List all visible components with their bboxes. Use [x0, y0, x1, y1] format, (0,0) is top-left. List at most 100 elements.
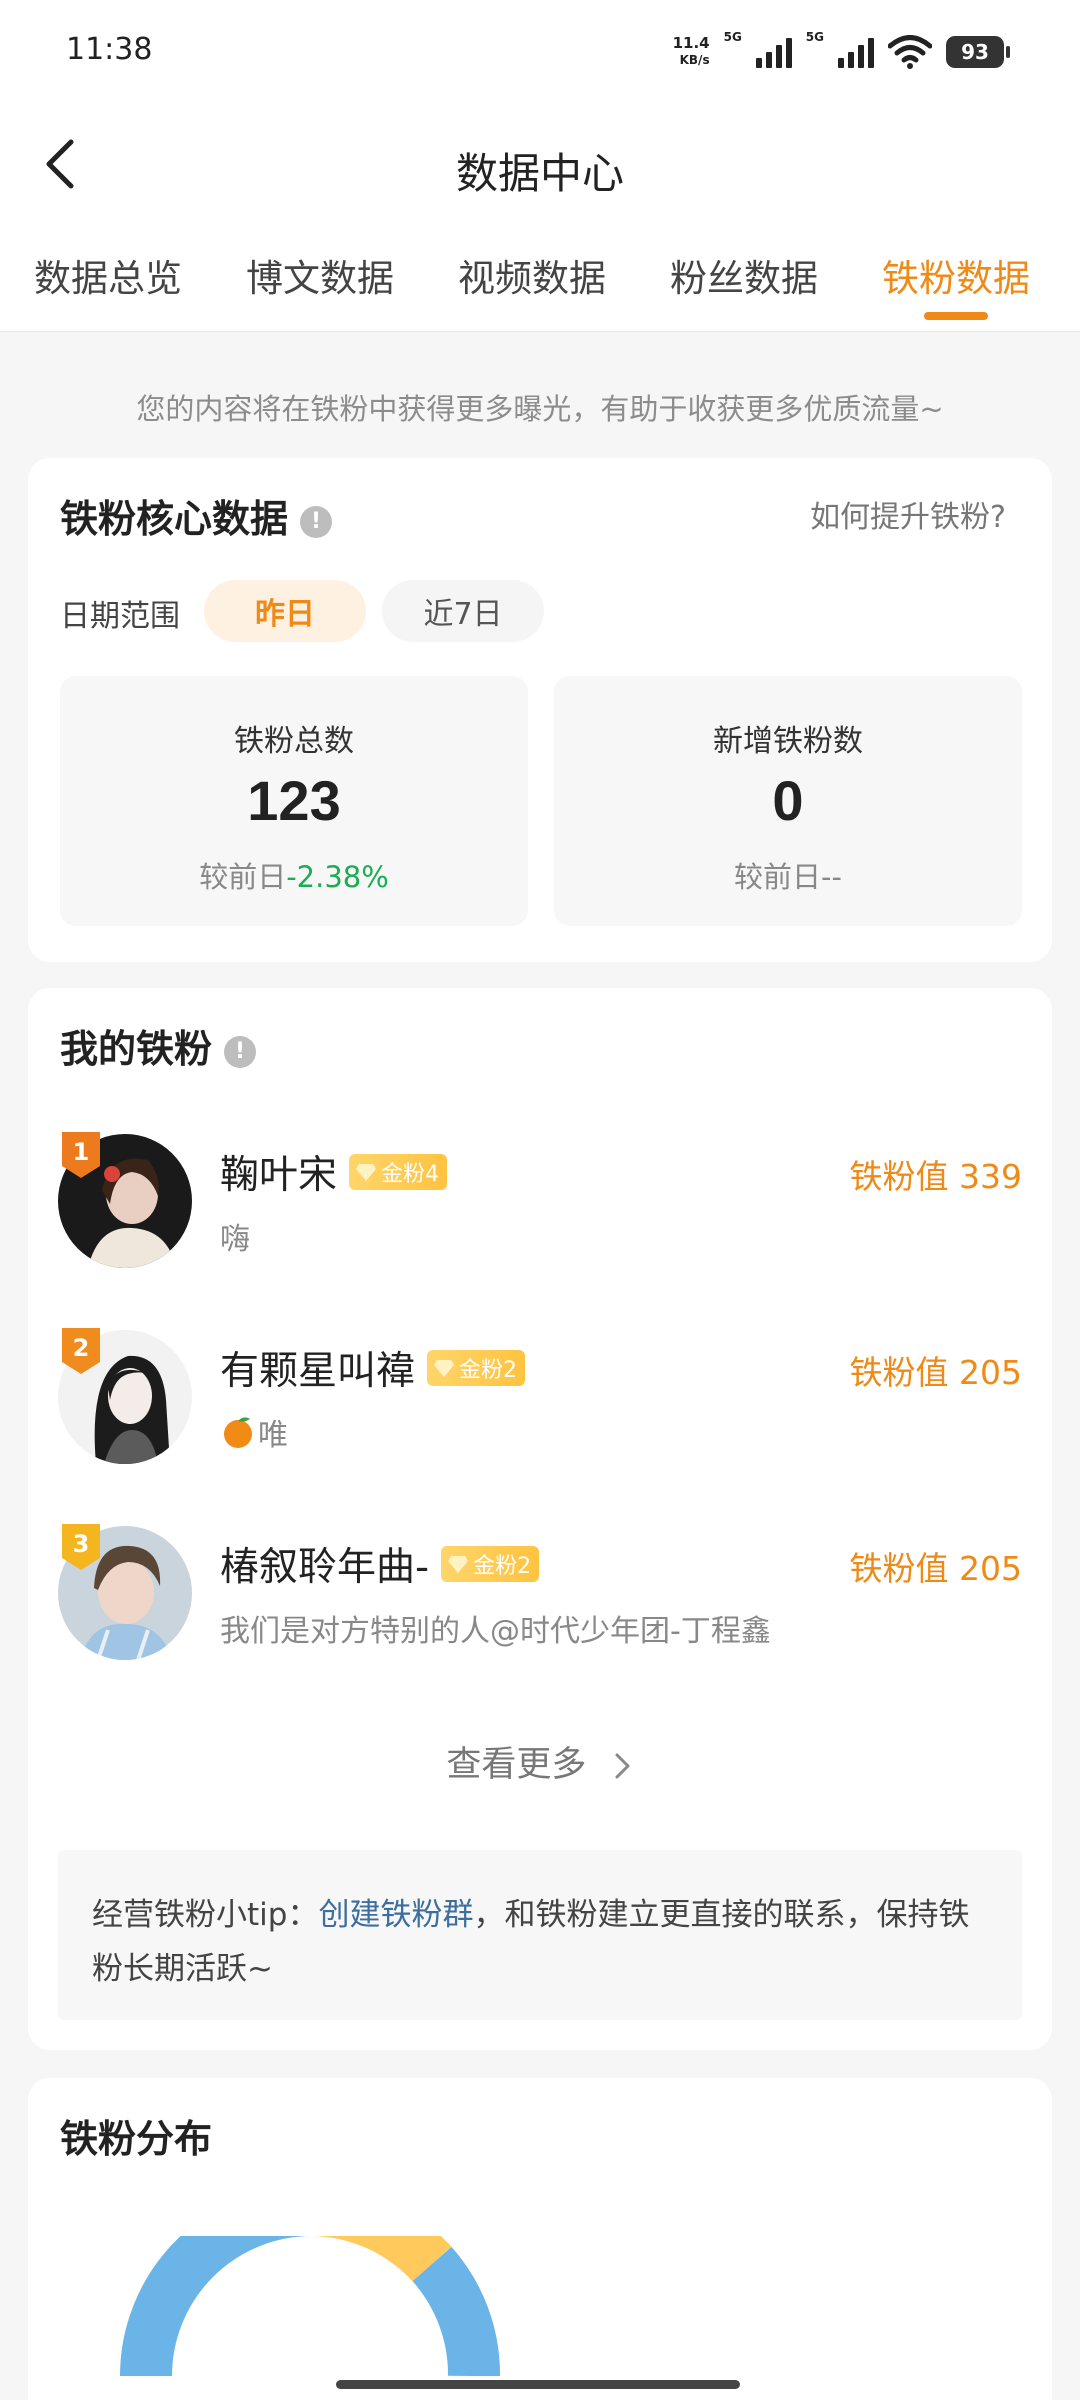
rank-number: 1 [73, 1138, 90, 1166]
fan-avatar-wrapper: 3 [58, 1524, 192, 1660]
fan-signature: 我们是对方特别的人@时代少年团-丁程鑫 [220, 1614, 771, 1649]
fan-avatar-wrapper: 2 [58, 1328, 192, 1464]
rank-number: 3 [73, 1530, 90, 1558]
how-to-improve-link[interactable]: 如何提升铁粉? [810, 492, 1006, 536]
info-icon[interactable]: ! [224, 1035, 257, 1068]
stat-compare: 较前日-- [554, 854, 1022, 896]
stat-label: 新增铁粉数 [713, 724, 863, 759]
status-bar: 11:38 11.4 KB/s 5G 5G 93 [0, 0, 1080, 110]
fan-distribution-title: 铁粉分布 [60, 2117, 213, 2161]
gem-icon [448, 1556, 469, 1573]
tab-overview[interactable]: 数据总览 [34, 248, 182, 302]
date-range-label: 日期范围 [60, 599, 180, 634]
fan-level-badge: 金粉2 [427, 1350, 526, 1386]
donut-segment-blue-2 [412, 2246, 500, 2376]
gem-icon [356, 1164, 377, 1181]
fan-level-text: 金粉2 [473, 1554, 532, 1579]
create-fan-group-link[interactable]: 创建铁粉群 [318, 1897, 473, 1933]
donut-segment-yellow [311, 2236, 452, 2283]
status-time: 11:38 [66, 32, 153, 67]
network-speed-value: 11.4 [672, 34, 710, 52]
compare-value: -- [821, 860, 842, 894]
stat-value: 123 [247, 769, 341, 832]
rank-badge-icon: 2 [62, 1328, 100, 1374]
fan-level-text: 金粉4 [381, 1162, 440, 1187]
tab-bar: 数据总览 博文数据 视频数据 粉丝数据 铁粉数据 [0, 220, 1080, 332]
fan-score-value: 339 [959, 1157, 1022, 1196]
rank-badge-icon: 3 [62, 1524, 100, 1570]
rank-badge-icon: 1 [62, 1132, 100, 1178]
fan-distribution-card: 铁粉分布 [28, 2078, 1052, 2400]
fan-signature: 嗨 [220, 1222, 250, 1257]
wifi-icon [888, 35, 932, 69]
date-option-yesterday[interactable]: 昨日 [204, 580, 366, 642]
fan-score: 铁粉值 205 [850, 1346, 1023, 1394]
fan-avatar-wrapper: 1 [58, 1132, 192, 1268]
fan-name: 椿叙聆年曲- 金粉2 [220, 1536, 540, 1592]
tab-post-data[interactable]: 博文数据 [246, 248, 394, 302]
signal-icon-2 [838, 36, 874, 68]
battery-icon: 93 [946, 36, 1010, 68]
fan-score: 铁粉值 339 [850, 1150, 1023, 1198]
core-data-title-text: 铁粉核心数据 [60, 497, 289, 541]
fan-name-text: 鞠叶宋 [220, 1153, 338, 1198]
fan-signature-text: 唯 [258, 1418, 288, 1453]
chevron-right-icon [615, 1753, 630, 1779]
active-tab-indicator [924, 312, 988, 320]
fan-distribution-donut-chart [120, 2236, 500, 2376]
fan-row[interactable]: 2 有颗星叫禕 金粉2 唯 铁粉值 205 [58, 1328, 1023, 1470]
my-fans-title-text: 我的铁粉 [60, 1027, 213, 1071]
stat-value: 0 [772, 769, 804, 832]
stat-label: 铁粉总数 [234, 724, 354, 759]
compare-value: -2.38% [286, 860, 389, 894]
gem-icon [434, 1360, 455, 1377]
fan-name-text: 有颗星叫禕 [220, 1349, 416, 1394]
home-indicator[interactable] [336, 2380, 740, 2389]
compare-label: 较前日 [199, 860, 287, 894]
fan-score-label: 铁粉值 [849, 1157, 949, 1196]
fan-level-text: 金粉2 [459, 1358, 518, 1383]
orange-emoji-icon [224, 1417, 252, 1448]
tab-follower-data[interactable]: 粉丝数据 [670, 248, 818, 302]
fan-row[interactable]: 3 椿叙聆年曲- 金粉2 我们是对方特别的人@时代少年团-丁程鑫 铁粉值 205 [58, 1524, 1023, 1666]
donut-segment-blue [120, 2236, 313, 2376]
fan-level-badge: 金粉4 [349, 1154, 448, 1190]
date-option-7days[interactable]: 近7日 [382, 580, 544, 642]
fan-score: 铁粉值 205 [850, 1542, 1023, 1590]
status-icons: 11.4 KB/s 5G 5G 93 [673, 30, 1010, 74]
compare-label: 较前日 [734, 860, 822, 894]
tip-prefix: 经营铁粉小tip： [92, 1897, 319, 1933]
fan-name-text: 椿叙聆年曲- [220, 1545, 430, 1590]
fan-score-label: 铁粉值 [849, 1549, 949, 1588]
network-type-label: 5G [723, 30, 742, 44]
network-speed: 11.4 KB/s [673, 35, 710, 69]
fan-score-value: 205 [959, 1353, 1022, 1392]
my-fans-card: 我的铁粉! 1 鞠叶宋 金粉4 嗨 铁粉值 339 2 有颗星叫禕 金粉2 唯 … [28, 988, 1052, 2050]
fan-name: 有颗星叫禕 金粉2 [220, 1340, 526, 1396]
page-title: 数据中心 [455, 149, 624, 198]
info-icon[interactable]: ! [300, 505, 333, 538]
view-more-button[interactable]: 查看更多 [28, 1736, 1052, 1787]
signal-icon [755, 36, 792, 68]
stat-compare: 较前日-2.38% [60, 854, 528, 896]
rank-number: 2 [73, 1334, 90, 1362]
new-fans-stat: 新增铁粉数 0 较前日-- [554, 676, 1022, 926]
fan-row[interactable]: 1 鞠叶宋 金粉4 嗨 铁粉值 339 [58, 1132, 1023, 1274]
fan-tip-box: 经营铁粉小tip：创建铁粉群，和铁粉建立更直接的联系，保持铁粉长期活跃~ [58, 1850, 1022, 2020]
intro-text: 您的内容将在铁粉中获得更多曝光，有助于收获更多优质流量~ [136, 392, 944, 426]
view-more-label: 查看更多 [446, 1745, 587, 1785]
core-data-card: 铁粉核心数据! 如何提升铁粉? 日期范围 昨日 近7日 铁粉总数 123 较前日… [28, 458, 1052, 962]
total-fans-stat: 铁粉总数 123 较前日-2.38% [60, 676, 528, 926]
my-fans-title: 我的铁粉! [60, 1018, 257, 1073]
fan-name: 鞠叶宋 金粉4 [220, 1144, 448, 1200]
tab-video-data[interactable]: 视频数据 [458, 248, 606, 302]
network-type-label-2: 5G [805, 30, 824, 44]
fan-signature: 唯 [220, 1410, 288, 1454]
nav-bar: 数据中心 [0, 110, 1080, 220]
fan-level-badge: 金粉2 [441, 1546, 540, 1582]
fan-score-value: 205 [959, 1549, 1022, 1588]
fan-score-label: 铁粉值 [849, 1353, 949, 1392]
tab-iron-fan-data[interactable]: 铁粉数据 [882, 248, 1030, 302]
network-speed-unit: KB/s [679, 53, 710, 67]
core-data-title: 铁粉核心数据! [60, 488, 333, 543]
